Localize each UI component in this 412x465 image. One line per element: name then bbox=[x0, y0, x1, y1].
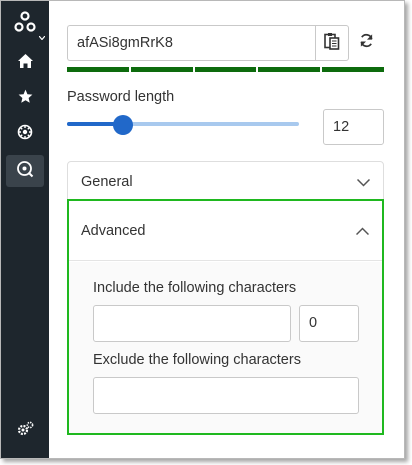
advanced-section-header[interactable]: Advanced bbox=[69, 201, 382, 261]
general-section: General bbox=[67, 161, 384, 203]
password-length-slider[interactable] bbox=[67, 115, 299, 135]
refresh-icon bbox=[359, 33, 374, 53]
general-section-title: General bbox=[81, 174, 133, 190]
strength-segment bbox=[194, 67, 257, 72]
strength-segment bbox=[258, 67, 321, 72]
include-count-input[interactable]: 0 bbox=[299, 305, 359, 342]
sidebar-item-favorites[interactable] bbox=[1, 82, 49, 116]
generator-main: afASi8gmRrK8 Password length 12 General … bbox=[49, 1, 404, 458]
logo-menu[interactable] bbox=[1, 7, 49, 41]
clipboard-icon bbox=[324, 32, 340, 55]
regenerate-button[interactable] bbox=[355, 32, 377, 54]
strength-segment bbox=[67, 67, 129, 72]
password-row: afASi8gmRrK8 bbox=[67, 25, 349, 63]
sidebar-item-home[interactable] bbox=[1, 46, 49, 80]
settings-icon bbox=[17, 421, 34, 441]
chevron-down-icon bbox=[38, 27, 46, 45]
slider-thumb[interactable] bbox=[112, 115, 133, 135]
exclude-characters-label: Exclude the following characters bbox=[93, 352, 301, 368]
home-icon bbox=[17, 53, 33, 73]
password-generator-icon bbox=[16, 160, 34, 183]
chevron-down-icon bbox=[356, 175, 371, 191]
copy-button[interactable] bbox=[315, 25, 349, 61]
advanced-section-title: Advanced bbox=[81, 222, 146, 239]
general-section-header[interactable]: General bbox=[68, 162, 383, 202]
sidebar-item-app-settings[interactable] bbox=[1, 414, 49, 448]
sidebar-item-password-generator[interactable] bbox=[6, 155, 44, 187]
star-icon bbox=[18, 89, 33, 109]
sidebar bbox=[1, 1, 49, 458]
exclude-characters-input[interactable] bbox=[93, 377, 359, 414]
password-length-input[interactable]: 12 bbox=[323, 109, 384, 145]
gear-icon bbox=[17, 124, 33, 145]
generated-password-field[interactable]: afASi8gmRrK8 bbox=[67, 25, 315, 61]
strength-segment bbox=[322, 67, 384, 72]
include-characters-label: Include the following characters bbox=[93, 280, 297, 296]
advanced-section: Advanced Include the following character… bbox=[67, 199, 384, 435]
sidebar-item-settings[interactable] bbox=[1, 117, 49, 151]
include-characters-input[interactable] bbox=[93, 305, 291, 342]
advanced-section-body: Include the following characters 0 Exclu… bbox=[69, 262, 382, 433]
strength-segment bbox=[130, 67, 193, 72]
password-generator-window: afASi8gmRrK8 Password length 12 General … bbox=[0, 0, 405, 459]
chevron-up-icon bbox=[355, 223, 370, 239]
password-length-label: Password length bbox=[67, 89, 175, 105]
logo-icon bbox=[14, 10, 36, 38]
strength-meter bbox=[67, 67, 384, 72]
